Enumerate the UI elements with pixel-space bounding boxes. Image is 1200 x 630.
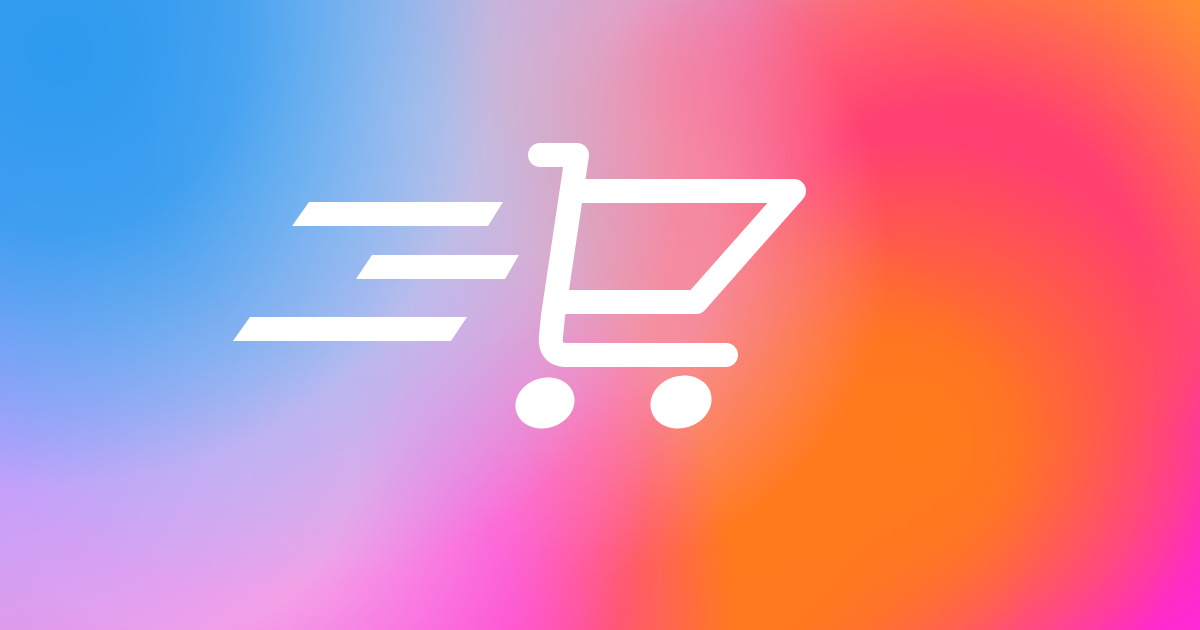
cart-icon bbox=[515, 155, 794, 429]
hero-canvas bbox=[0, 0, 1200, 630]
speed-lines-icon bbox=[233, 202, 519, 341]
speed-line-middle bbox=[356, 255, 519, 279]
cart-wheel-left-icon bbox=[515, 377, 575, 429]
cart-basket-icon bbox=[561, 191, 794, 302]
shopping-cart-fast-icon bbox=[233, 0, 1200, 429]
speed-line-top bbox=[292, 202, 503, 226]
cart-wheel-right-icon bbox=[650, 375, 712, 429]
speed-line-bottom bbox=[233, 317, 467, 341]
logo-container bbox=[0, 0, 1200, 630]
